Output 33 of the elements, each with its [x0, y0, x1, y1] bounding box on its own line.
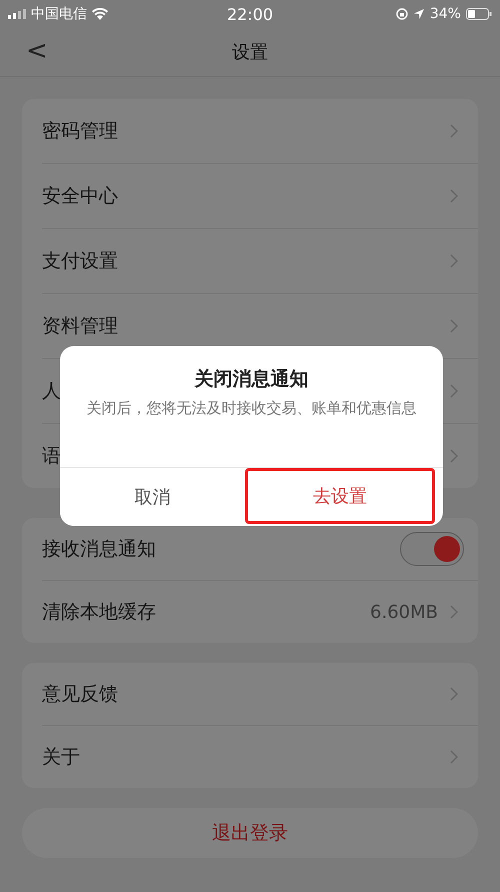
logout-button[interactable]: 退出登录	[22, 808, 478, 858]
dialog-message: 关闭后，您将无法及时接收交易、账单和优惠信息	[86, 398, 418, 419]
setting-label[interactable]: 意见反馈	[42, 681, 450, 707]
location-icon	[412, 8, 425, 20]
setting-label[interactable]: 资料管理	[42, 313, 450, 339]
carrier-name: 中国电信	[31, 5, 87, 23]
back-button[interactable]: <	[22, 36, 52, 66]
page-title: 设置	[232, 41, 268, 64]
signal-icon	[8, 9, 26, 19]
battery-percent: 34%	[430, 6, 461, 22]
chevron-right-icon	[450, 254, 458, 268]
battery-icon	[466, 8, 492, 20]
setting-label[interactable]: 密码管理	[42, 118, 450, 144]
setting-label[interactable]: 关于	[42, 744, 450, 770]
chevron-right-icon	[450, 319, 458, 333]
setting-value: 6.60MB	[370, 602, 438, 622]
dialog-title: 关闭消息通知	[193, 367, 310, 392]
chevron-right-icon	[450, 687, 458, 701]
dialog-button[interactable]: 去设置	[244, 468, 435, 524]
chevron-right-icon	[450, 189, 458, 203]
setting-label[interactable]: 清除本地缓存	[42, 599, 370, 625]
setting-label[interactable]: 安全中心	[42, 183, 450, 209]
wifi-icon	[92, 8, 108, 20]
chevron-right-icon	[450, 384, 458, 398]
chevron-right-icon	[450, 449, 458, 463]
setting-label[interactable]: 支付设置	[42, 248, 450, 274]
chevron-right-icon	[450, 750, 458, 764]
chevron-right-icon	[450, 605, 458, 619]
status-time: 22:00	[226, 4, 274, 24]
chevron-right-icon	[450, 124, 458, 138]
rotation-lock-icon	[396, 8, 408, 20]
setting-label[interactable]: 接收消息通知	[42, 536, 400, 562]
toggle-switch[interactable]	[400, 532, 464, 566]
